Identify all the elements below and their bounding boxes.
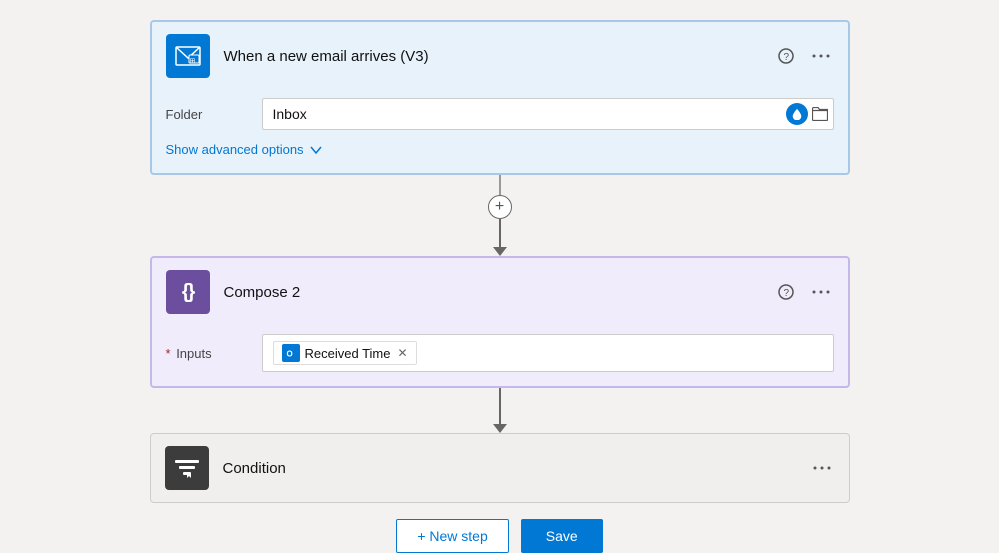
email-trigger-card: ⊞ When a new email arrives (V3) ?	[150, 20, 850, 175]
folder-input-wrap	[262, 98, 834, 130]
email-trigger-body: Folder	[152, 90, 848, 173]
condition-header: Condition	[151, 434, 849, 502]
svg-text:⊞: ⊞	[189, 58, 195, 65]
condition-icon	[165, 446, 209, 490]
svg-text:?: ?	[783, 52, 789, 63]
compose-help-button[interactable]: ?	[774, 282, 798, 302]
tag-text: Received Time	[305, 346, 391, 361]
folder-input-icons	[786, 103, 828, 125]
tag-remove-button[interactable]: ✕	[397, 346, 407, 360]
compose-icon: {}	[166, 270, 210, 314]
svg-text:O: O	[286, 350, 292, 359]
new-step-button[interactable]: + New step	[396, 519, 508, 553]
email-trigger-title: When a new email arrives (V3)	[224, 48, 774, 65]
folder-browse-button[interactable]	[812, 107, 828, 121]
compose-actions: ?	[774, 282, 834, 302]
arrow-line-1	[499, 219, 501, 247]
arrow-line-2	[499, 388, 501, 424]
compose-card: {} Compose 2 ?	[150, 256, 850, 388]
folder-input[interactable]	[262, 98, 834, 130]
flow-container: ⊞ When a new email arrives (V3) ?	[150, 20, 850, 553]
add-step-button-1[interactable]: +	[488, 195, 512, 219]
connector-line-top	[499, 175, 501, 195]
inputs-label: * Inputs	[166, 346, 246, 361]
tag-office-icon: O	[282, 344, 300, 362]
email-trigger-icon: ⊞	[166, 34, 210, 78]
connector-2	[493, 388, 507, 433]
received-time-tag: O Received Time ✕	[273, 341, 417, 365]
droplet-icon	[786, 103, 808, 125]
advanced-options-label: Show advanced options	[166, 142, 304, 157]
email-trigger-more-button[interactable]	[808, 52, 834, 60]
svg-text:?: ?	[783, 288, 789, 299]
inputs-field-row: * Inputs O Received Time ✕	[166, 334, 834, 372]
inputs-label-text: Inputs	[176, 346, 211, 361]
inputs-tag-field[interactable]: O Received Time ✕	[262, 334, 834, 372]
compose-header: {} Compose 2 ?	[152, 258, 848, 326]
email-trigger-actions: ?	[774, 46, 834, 66]
arrow-head-1	[493, 247, 507, 256]
folder-label: Folder	[166, 107, 246, 122]
compose-title: Compose 2	[224, 284, 774, 301]
compose-more-button[interactable]	[808, 288, 834, 296]
required-star: *	[166, 346, 171, 361]
save-button[interactable]: Save	[521, 519, 603, 553]
condition-more-button[interactable]	[809, 464, 835, 472]
email-trigger-header: ⊞ When a new email arrives (V3) ?	[152, 22, 848, 90]
connector-1: +	[488, 175, 512, 256]
condition-actions	[809, 464, 835, 472]
folder-field-row: Folder	[166, 98, 834, 130]
email-trigger-help-button[interactable]: ?	[774, 46, 798, 66]
advanced-options-button[interactable]: Show advanced options	[166, 142, 322, 157]
bottom-bar: + New step Save	[150, 519, 850, 553]
condition-title: Condition	[223, 460, 809, 477]
compose-body: * Inputs O Received Time ✕	[152, 326, 848, 386]
arrow-head-2	[493, 424, 507, 433]
condition-card: Condition	[150, 433, 850, 503]
